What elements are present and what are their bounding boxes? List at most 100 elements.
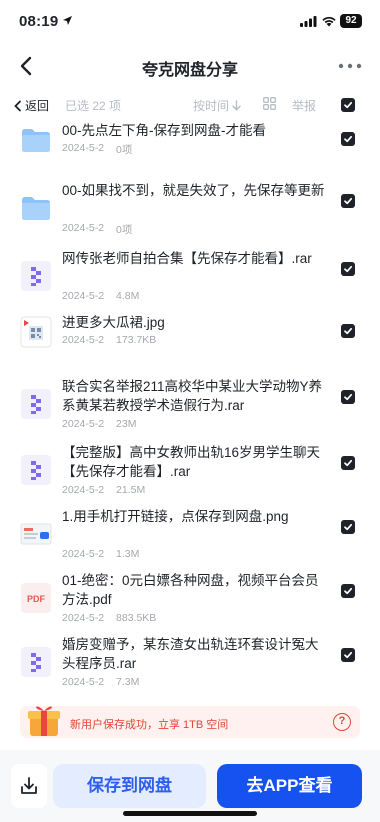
file-name: 联合实名举报211高校华中某业大学动物Y养系黄某若教授学术造假行为.rar: [62, 379, 323, 413]
cellular-signal-icon: [300, 16, 317, 27]
checkmark-icon: [344, 523, 353, 531]
checkmark-icon: [344, 327, 353, 335]
toolbar-back-label: 返回: [25, 99, 50, 113]
selected-count: 已选 22 项: [65, 99, 122, 113]
file-checkbox[interactable]: [341, 390, 355, 404]
file-date: 2024-5-2: [62, 612, 105, 624]
file-checkbox[interactable]: [341, 456, 355, 470]
file-row[interactable]: 网传张老师自拍合集【先保存才能看】.rar 2024-5-2 4.8M: [0, 246, 380, 310]
pdf-badge-text: PDF: [27, 594, 46, 604]
file-date: 2024-5-2: [62, 222, 105, 234]
file-row[interactable]: 【完整版】高中女教师出轨16岁男学生聊天【先保存才能看】.rar 2024-5-2…: [0, 440, 380, 504]
checkmark-icon: [344, 587, 353, 595]
file-date: 2024-5-2: [62, 548, 105, 560]
image-thumb-icon: [20, 518, 52, 550]
file-size: 0项: [116, 224, 133, 236]
bottom-action-bar: 保存到网盘 去APP查看: [0, 750, 380, 822]
save-to-drive-button[interactable]: 保存到网盘: [53, 764, 206, 808]
file-row[interactable]: 00-如果找不到，就是失效了，先保存等更新 2024-5-2 0项: [0, 178, 380, 242]
grid-icon: [263, 97, 276, 110]
download-button[interactable]: [11, 764, 47, 808]
file-meta: 2024-5-2 173.7KB: [62, 334, 156, 346]
checkmark-icon: [344, 393, 353, 401]
download-icon: [21, 777, 37, 794]
back-button[interactable]: [14, 52, 42, 80]
location-arrow-icon: [63, 16, 72, 25]
checkmark-icon: [344, 651, 353, 659]
help-icon[interactable]: ?: [333, 713, 351, 731]
archive-icon: [20, 646, 52, 678]
file-date: 2024-5-2: [62, 290, 105, 302]
promo-banner[interactable]: 新用户保存成功，立享 1TB 空间 ?: [20, 706, 360, 738]
select-all-checkbox[interactable]: [341, 98, 355, 112]
file-row[interactable]: 进更多大瓜裙.jpg 2024-5-2 173.7KB: [0, 310, 380, 374]
toolbar-back-button[interactable]: 返回: [14, 97, 49, 114]
file-checkbox[interactable]: [341, 648, 355, 662]
sort-label: 按时间: [193, 99, 230, 113]
file-date: 2024-5-2: [62, 334, 105, 346]
checkmark-icon: [344, 135, 353, 143]
file-checkbox[interactable]: [341, 262, 355, 276]
gift-icon: [28, 706, 60, 736]
open-in-app-button[interactable]: 去APP查看: [217, 764, 362, 808]
sort-by-time-button[interactable]: 按时间: [193, 97, 241, 114]
file-size: 23M: [116, 418, 137, 430]
file-name: 1.用手机打开链接，点保存到网盘.png: [62, 509, 289, 524]
file-row[interactable]: PDF 01-绝密：0元白嫖各种网盘，视频平台会员方法.pdf 2024-5-2 88…: [0, 568, 380, 632]
file-meta: 2024-5-2 1.3M: [62, 548, 139, 560]
file-date: 2024-5-2: [62, 142, 105, 154]
file-size: 883.5KB: [116, 612, 157, 624]
chevron-left-small-icon: [14, 100, 21, 111]
archive-icon: [20, 454, 52, 486]
file-size: 173.7KB: [116, 334, 157, 346]
promo-text: 新用户保存成功，立享 1TB 空间: [70, 719, 229, 731]
file-meta: 2024-5-2 21.5M: [62, 484, 145, 496]
report-button[interactable]: 举报: [292, 97, 316, 114]
file-meta: 2024-5-2 883.5KB: [62, 612, 156, 624]
archive-icon: [20, 260, 52, 292]
arrow-down-icon: [232, 100, 241, 111]
file-date: 2024-5-2: [62, 676, 105, 688]
file-checkbox[interactable]: [341, 132, 355, 146]
file-name: 进更多大瓜裙.jpg: [62, 315, 165, 330]
file-size: 0项: [116, 144, 133, 156]
file-checkbox[interactable]: [341, 324, 355, 338]
status-time: 08:19: [19, 13, 59, 30]
folder-icon: [20, 192, 52, 224]
file-checkbox[interactable]: [341, 520, 355, 534]
file-row[interactable]: 00-先点左下角-保存到网盘-才能看 2024-5-2 0项: [0, 118, 380, 182]
file-meta: 2024-5-2 0项: [62, 142, 132, 157]
file-size: 1.3M: [116, 548, 140, 560]
file-name: 00-如果找不到，就是失效了，先保存等更新: [62, 183, 325, 198]
file-row[interactable]: 婚房变赠予，某东渣女出轨连环套设计冤大头程序员.rar 2024-5-2 7.3M: [0, 632, 380, 696]
file-checkbox[interactable]: [341, 194, 355, 208]
archive-icon: [20, 388, 52, 420]
file-row[interactable]: 1.用手机打开链接，点保存到网盘.png 2024-5-2 1.3M: [0, 504, 380, 568]
chevron-left-icon: [20, 56, 32, 76]
file-date: 2024-5-2: [62, 484, 105, 496]
file-name: 01-绝密：0元白嫖各种网盘，视频平台会员方法.pdf: [62, 573, 319, 607]
file-checkbox[interactable]: [341, 584, 355, 598]
file-name: 婚房变赠予，某东渣女出轨连环套设计冤大头程序员.rar: [62, 637, 319, 671]
file-row[interactable]: 联合实名举报211高校华中某业大学动物Y养系黄某若教授学术造假行为.rar 202…: [0, 374, 380, 438]
pdf-icon: PDF: [20, 582, 52, 614]
qr-image-icon: [20, 316, 52, 348]
file-meta: 2024-5-2 0项: [62, 222, 132, 237]
file-name: 【完整版】高中女教师出轨16岁男学生聊天【先保存才能看】.rar: [62, 445, 321, 479]
file-name: 00-先点左下角-保存到网盘-才能看: [62, 123, 267, 138]
grid-view-button[interactable]: [263, 97, 276, 113]
file-date: 2024-5-2: [62, 418, 105, 430]
file-meta: 2024-5-2 23M: [62, 418, 136, 430]
status-bar: 08:19 92: [0, 0, 380, 44]
file-meta: 2024-5-2 4.8M: [62, 290, 139, 302]
file-size: 21.5M: [116, 484, 146, 496]
battery-indicator: 92: [340, 14, 362, 28]
home-indicator: [123, 811, 257, 816]
selection-toolbar: 返回 已选 22 项 按时间 举报: [0, 92, 380, 118]
file-meta: 2024-5-2 7.3M: [62, 676, 139, 688]
more-options-button[interactable]: [336, 58, 364, 74]
file-size: 7.3M: [116, 676, 140, 688]
checkmark-icon: [344, 265, 353, 273]
file-size: 4.8M: [116, 290, 140, 302]
folder-icon: [20, 124, 52, 156]
